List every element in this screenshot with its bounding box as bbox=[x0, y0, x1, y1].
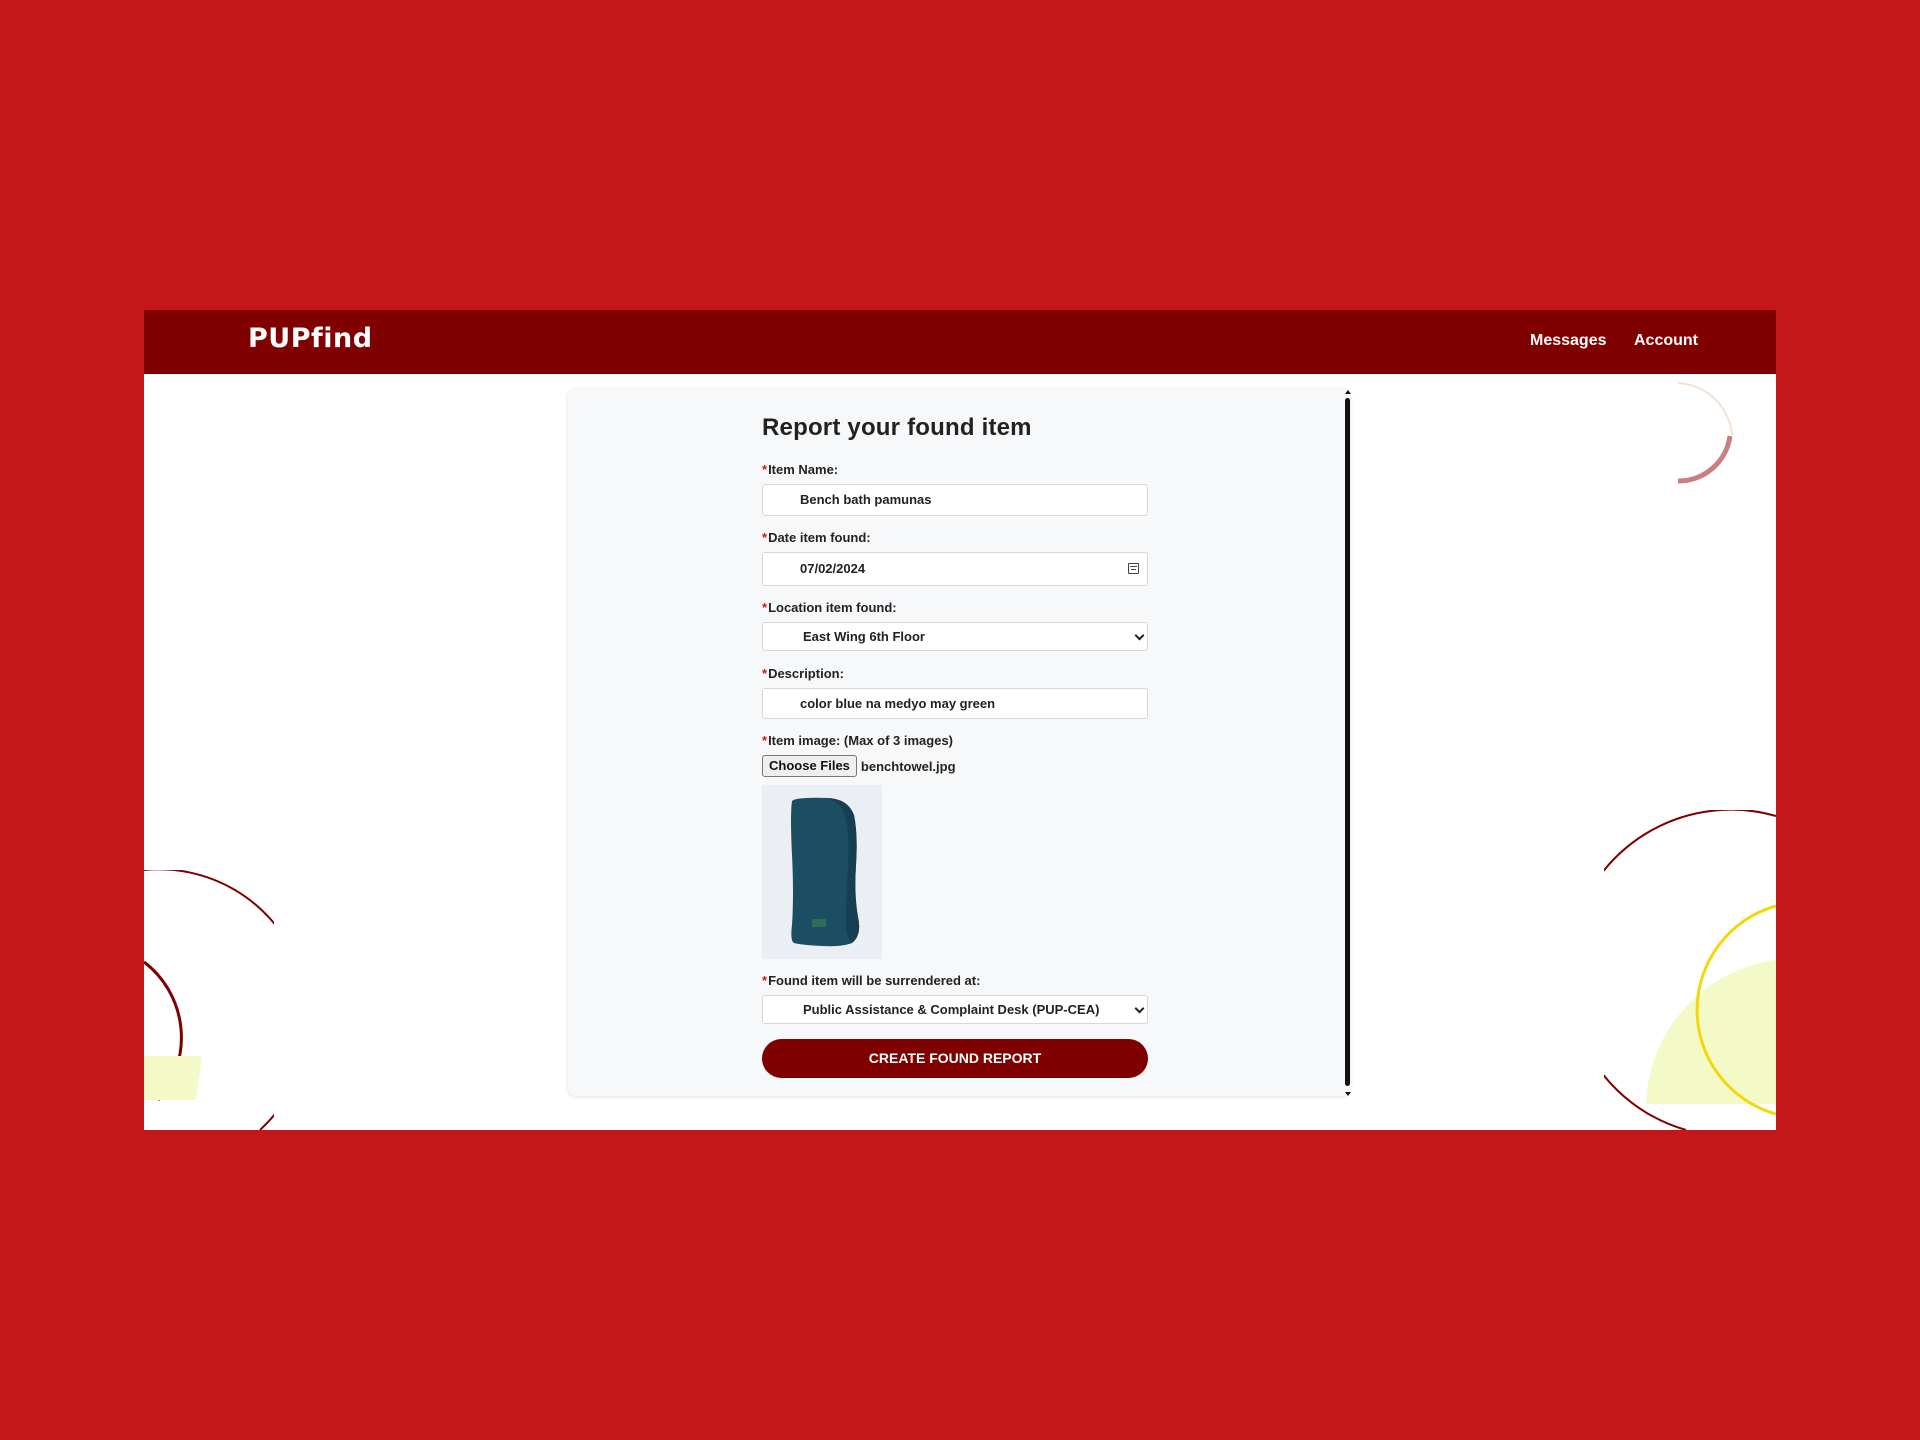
app-window: PUPfind Messages Account Report your fou… bbox=[144, 310, 1776, 1130]
required-mark: * bbox=[762, 733, 768, 748]
decorative-circles-bottom-right bbox=[1604, 810, 1776, 1130]
description-label-text: Description: bbox=[768, 666, 844, 681]
form-title: Report your found item bbox=[762, 414, 1032, 441]
file-upload-row: Choose Files benchtowel.jpg bbox=[762, 755, 1148, 777]
selected-file-name: benchtowel.jpg bbox=[860, 758, 956, 774]
location-found-value: East Wing 6th Floor bbox=[803, 629, 925, 644]
required-mark: * bbox=[762, 600, 768, 615]
required-mark: * bbox=[762, 973, 768, 988]
found-item-form: Report your found item *Item Name: Bench… bbox=[762, 414, 1148, 1078]
item-name-label: *Item Name: bbox=[762, 462, 1148, 478]
item-image-preview bbox=[762, 785, 882, 959]
location-found-label: *Location item found: bbox=[762, 600, 1148, 616]
required-mark: * bbox=[762, 530, 768, 545]
location-found-select[interactable]: East Wing 6th Floor bbox=[762, 622, 1148, 651]
surrender-label: *Found item will be surrendered at: bbox=[762, 973, 1148, 989]
choose-files-button[interactable]: Choose Files bbox=[762, 755, 857, 777]
card-scrollbar[interactable] bbox=[1344, 390, 1352, 1096]
scroll-up-arrow-icon[interactable] bbox=[1345, 390, 1351, 394]
scroll-thumb[interactable] bbox=[1345, 398, 1350, 1086]
nav-account-link[interactable]: Account bbox=[1634, 332, 1698, 350]
item-image-label-text: Item image: (Max of 3 images) bbox=[768, 733, 954, 748]
location-found-label-text: Location item found: bbox=[768, 600, 897, 615]
date-found-value: 07/02/2024 bbox=[800, 561, 866, 576]
item-image-label: *Item image: (Max of 3 images) bbox=[762, 733, 1148, 749]
surrender-label-text: Found item will be surrendered at: bbox=[768, 973, 981, 988]
decorative-circles-bottom-left bbox=[144, 870, 274, 1130]
required-mark: * bbox=[762, 666, 768, 681]
create-found-report-button[interactable]: CREATE FOUND REPORT bbox=[762, 1039, 1148, 1078]
date-found-label: *Date item found: bbox=[762, 530, 1148, 546]
chevron-down-icon bbox=[1134, 630, 1145, 641]
scroll-down-arrow-icon[interactable] bbox=[1345, 1092, 1351, 1096]
description-label: *Description: bbox=[762, 666, 1148, 682]
date-found-label-text: Date item found: bbox=[768, 530, 871, 545]
surrender-location-select[interactable]: Public Assistance & Complaint Desk (PUP-… bbox=[762, 995, 1148, 1024]
towel-image bbox=[791, 797, 860, 947]
pupfind-logo[interactable]: PUPfind bbox=[248, 323, 373, 354]
item-name-label-text: Item Name: bbox=[768, 462, 839, 477]
nav-messages-link[interactable]: Messages bbox=[1530, 332, 1607, 350]
date-found-input[interactable]: 07/02/2024 bbox=[762, 552, 1148, 586]
description-input[interactable]: color blue na medyo may green bbox=[762, 688, 1148, 719]
calendar-icon[interactable] bbox=[1128, 563, 1139, 574]
required-mark: * bbox=[762, 462, 768, 477]
item-name-input[interactable]: Bench bath pamunas bbox=[762, 484, 1148, 516]
top-navbar: PUPfind Messages Account bbox=[144, 310, 1776, 374]
decorative-arc-top-right bbox=[1677, 382, 1733, 484]
surrender-location-value: Public Assistance & Complaint Desk (PUP-… bbox=[803, 1002, 1100, 1017]
chevron-down-icon bbox=[1134, 1003, 1145, 1014]
